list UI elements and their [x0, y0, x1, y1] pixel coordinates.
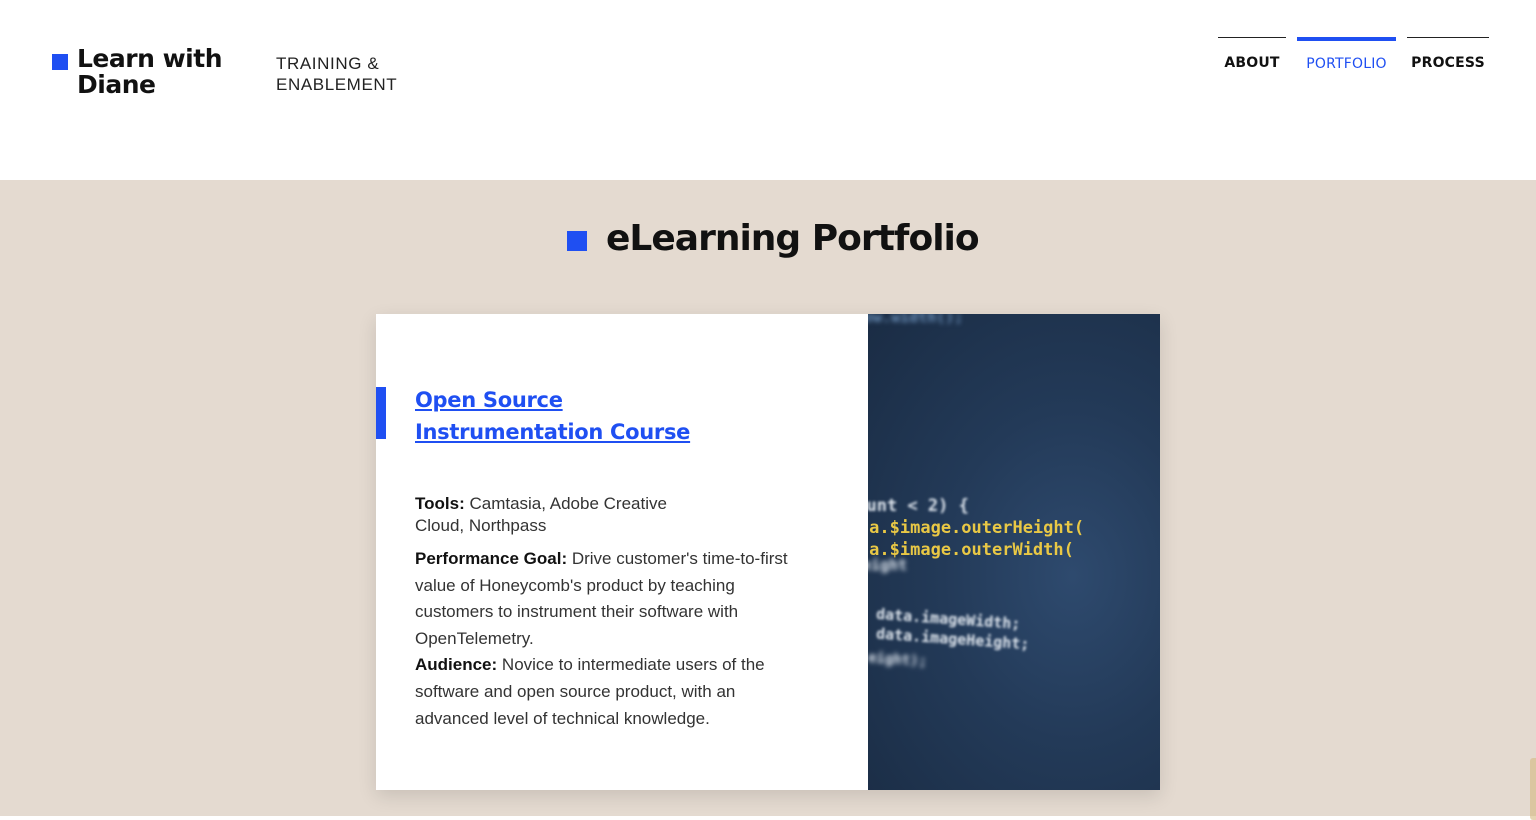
audience-label: Audience: — [415, 655, 498, 675]
nav-portfolio[interactable]: PORTFOLIO — [1297, 37, 1396, 72]
site-tagline: TRAINING & ENABLEMENT — [276, 54, 398, 94]
site-logo[interactable]: Learn with Diane — [77, 46, 247, 98]
main-nav: ABOUT PORTFOLIO PROCESS — [1218, 37, 1489, 72]
code-screen-photo-icon: ow.width(); count < 2) { : data.$image.o… — [868, 314, 1160, 790]
tools-line: Tools: Camtasia, Adobe Creative Cloud, N… — [415, 493, 695, 537]
logo-square-icon — [52, 54, 68, 70]
section-title: eLearning Portfolio — [606, 218, 980, 259]
code-line: : data.$image.outerHeight( — [868, 518, 1085, 538]
course-title-link[interactable]: Open Source Instrumentation Course — [415, 384, 715, 448]
nav-process[interactable]: PROCESS — [1407, 37, 1489, 72]
portfolio-card: Open Source Instrumentation Course Tools… — [376, 314, 1160, 790]
code-line: eight — [868, 556, 908, 574]
card-description: Tools: Camtasia, Adobe Creative Cloud, N… — [415, 493, 805, 732]
portfolio-section: eLearning Portfolio Open Source Instrume… — [0, 180, 1536, 820]
code-line: eight); — [868, 649, 928, 671]
goal-line: Performance Goal: Drive customer's time-… — [415, 546, 805, 652]
audience-line: Audience: Novice to intermediate users o… — [415, 652, 805, 732]
code-line: ow.width(); — [868, 314, 964, 326]
goal-label: Performance Goal: — [415, 549, 568, 568]
nav-about[interactable]: ABOUT — [1218, 37, 1286, 72]
title-square-icon — [567, 231, 587, 251]
tools-label: Tools: — [415, 494, 465, 513]
card-accent-bar — [376, 387, 386, 439]
site-header: Learn with Diane TRAINING & ENABLEMENT A… — [0, 0, 1536, 180]
code-text: count < 2) { — [868, 496, 969, 516]
code-line: count < 2) { — [868, 496, 969, 516]
scrollbar-handle[interactable] — [1530, 758, 1536, 820]
